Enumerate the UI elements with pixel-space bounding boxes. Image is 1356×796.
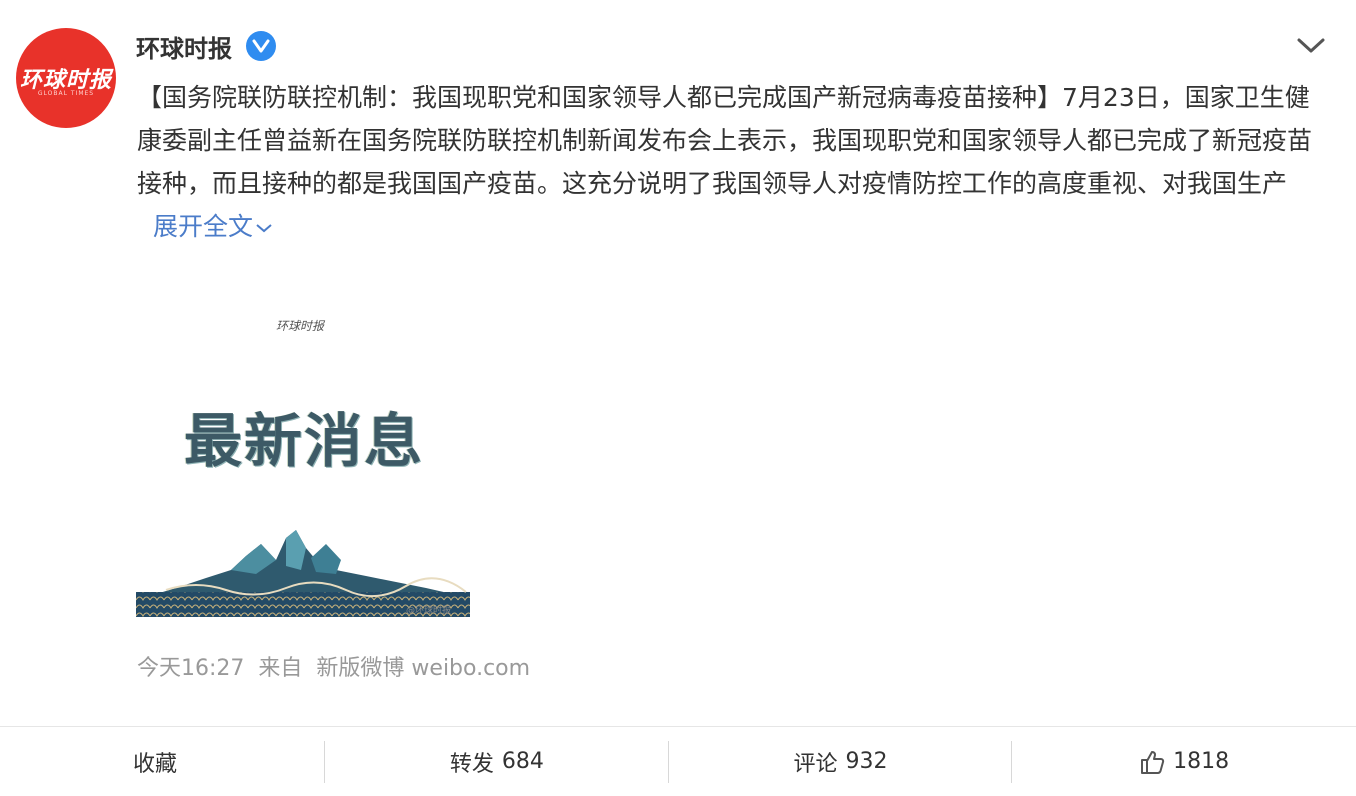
post-source[interactable]: 新版微博 weibo.com — [316, 656, 530, 681]
action-bar: 收藏 转发 684 评论 932 1818 — [0, 727, 1356, 796]
like-button[interactable]: 1818 — [1012, 727, 1356, 796]
image-brand-text: 环球时报 — [276, 319, 325, 333]
expand-full-text-link[interactable]: 展开全文 — [153, 212, 273, 241]
avatar[interactable]: 环球时报 GLOBAL TIMES — [16, 28, 116, 128]
post-text: 【国务院联防联控机制：我国现职党和国家领导人都已完成国产新冠病毒疫苗接种】7月2… — [137, 76, 1317, 248]
chevron-down-icon[interactable] — [1294, 34, 1328, 58]
author-name[interactable]: 环球时报 — [136, 29, 232, 64]
comment-button[interactable]: 评论 932 — [669, 727, 1013, 796]
comment-count: 932 — [845, 749, 888, 774]
post-image[interactable]: 环球时报 最新消息 @环球时报 — [136, 282, 470, 617]
post-meta: 今天16:27 来自 新版微博 weibo.com — [137, 654, 544, 684]
post-body: 【国务院联防联控机制：我国现职党和国家领导人都已完成国产新冠病毒疫苗接种】7月2… — [137, 83, 1313, 198]
image-watermark: @环球时报 — [406, 606, 452, 616]
repost-count: 684 — [501, 749, 544, 774]
avatar-logo-subtext: GLOBAL TIMES — [37, 90, 95, 97]
chevron-down-icon — [256, 224, 272, 233]
post-time[interactable]: 今天16:27 — [137, 656, 244, 681]
thumbs-up-icon — [1139, 749, 1165, 775]
author-row: 环球时报 — [136, 28, 276, 64]
favorite-label: 收藏 — [133, 751, 178, 777]
comment-label: 评论 — [793, 751, 838, 777]
source-prefix: 来自 — [258, 656, 303, 681]
verified-badge-icon — [246, 31, 276, 61]
repost-label: 转发 — [449, 751, 494, 777]
like-count: 1818 — [1173, 749, 1230, 774]
favorite-button[interactable]: 收藏 — [0, 727, 325, 796]
expand-label: 展开全文 — [153, 212, 254, 241]
repost-button[interactable]: 转发 684 — [325, 727, 669, 796]
image-headline: 最新消息 — [184, 407, 425, 475]
